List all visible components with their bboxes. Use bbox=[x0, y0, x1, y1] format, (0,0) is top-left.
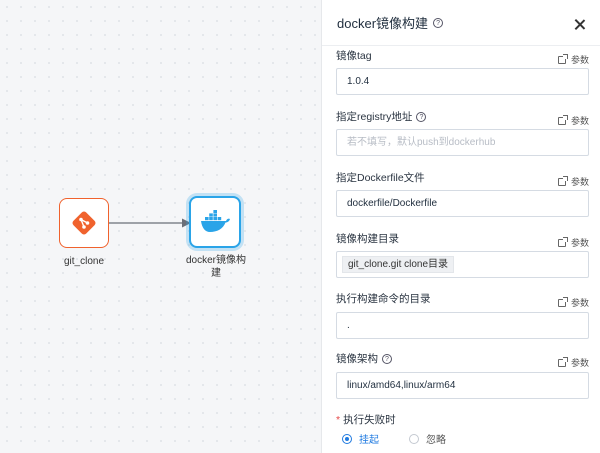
radio-suspend-label[interactable]: 挂起 bbox=[359, 431, 379, 446]
registry-input[interactable]: 若不填写，默认push到dockerhub bbox=[336, 129, 589, 156]
field-label: 镜像tag bbox=[336, 50, 372, 62]
param-label: 参数 bbox=[570, 177, 589, 187]
git-clone-node[interactable] bbox=[59, 198, 109, 248]
help-icon[interactable]: ? bbox=[433, 17, 444, 28]
param-button[interactable]: 参数 bbox=[557, 53, 589, 66]
param-icon bbox=[557, 53, 568, 64]
radio-ignore[interactable] bbox=[409, 433, 419, 444]
build-dir-input[interactable]: git_clone.git clone目录 bbox=[336, 251, 589, 278]
field-build-dir: 镜像构建目录 参数 git_clone.git clone目录 bbox=[336, 232, 589, 278]
field-label: 执行构建命令的目录 bbox=[336, 293, 431, 305]
param-icon bbox=[557, 114, 568, 125]
image-tag-input[interactable]: 1.0.4 bbox=[336, 68, 589, 95]
field-on-failure: * 执行失败时 bbox=[336, 413, 589, 427]
git-clone-node-label: git_clone bbox=[63, 256, 105, 267]
config-panel: docker镜像构建 ? 镜像tag 参数 1.0.4 指定registry地址… bbox=[321, 0, 600, 453]
param-icon bbox=[557, 356, 568, 367]
param-icon bbox=[557, 236, 568, 247]
field-label: * 执行失败时 bbox=[336, 414, 396, 426]
pipeline-canvas[interactable]: git_clone docker镜像构建 bbox=[0, 0, 321, 453]
dockerfile-input[interactable]: dockerfile/Dockerfile bbox=[336, 190, 589, 217]
param-label: 参数 bbox=[570, 358, 589, 368]
help-icon[interactable]: ? bbox=[416, 112, 427, 123]
field-arch: 镜像架构? 参数 linux/amd64,linux/arm64 bbox=[336, 352, 589, 399]
param-button[interactable]: 参数 bbox=[557, 114, 589, 127]
param-icon bbox=[557, 175, 568, 186]
git-icon bbox=[72, 211, 96, 235]
param-icon bbox=[557, 296, 568, 307]
docker-build-node[interactable] bbox=[189, 196, 241, 248]
docker-icon bbox=[201, 210, 230, 232]
pipeline-edge bbox=[109, 218, 191, 228]
radio-suspend[interactable] bbox=[342, 433, 352, 444]
help-icon[interactable]: ? bbox=[382, 354, 392, 365]
param-button[interactable]: 参数 bbox=[557, 356, 589, 369]
field-image-tag: 镜像tag 参数 1.0.4 bbox=[336, 49, 589, 95]
failure-radio-group: 挂起 忽略 bbox=[342, 431, 446, 446]
param-button[interactable]: 参数 bbox=[557, 175, 589, 188]
field-dockerfile: 指定Dockerfile文件 参数 dockerfile/Dockerfile bbox=[336, 171, 589, 217]
field-registry: 指定registry地址? 参数 若不填写，默认push到dockerhub bbox=[336, 110, 589, 156]
field-label: 指定Dockerfile文件 bbox=[336, 172, 425, 184]
docker-build-node-label: docker镜像构建 bbox=[186, 255, 247, 279]
field-exec-dir: 执行构建命令的目录 参数 . bbox=[336, 292, 589, 339]
reference-chip[interactable]: git_clone.git clone目录 bbox=[342, 256, 455, 273]
exec-dir-input[interactable]: . bbox=[336, 312, 589, 339]
field-label: 镜像构建目录 bbox=[336, 233, 399, 245]
radio-ignore-label[interactable]: 忽略 bbox=[426, 431, 446, 446]
param-button[interactable]: 参数 bbox=[557, 296, 589, 309]
required-mark: * bbox=[336, 414, 341, 426]
arch-input[interactable]: linux/amd64,linux/arm64 bbox=[336, 372, 589, 399]
close-icon[interactable] bbox=[574, 19, 585, 30]
field-label: 指定registry地址? bbox=[336, 110, 589, 124]
field-label: 镜像架构? bbox=[336, 352, 589, 366]
panel-header: docker镜像构建 ? bbox=[322, 0, 600, 46]
param-button[interactable]: 参数 bbox=[557, 236, 589, 249]
panel-title: docker镜像构建 bbox=[337, 16, 429, 31]
param-label: 参数 bbox=[570, 238, 589, 248]
param-label: 参数 bbox=[570, 298, 589, 308]
param-label: 参数 bbox=[570, 55, 589, 65]
param-label: 参数 bbox=[570, 116, 589, 126]
